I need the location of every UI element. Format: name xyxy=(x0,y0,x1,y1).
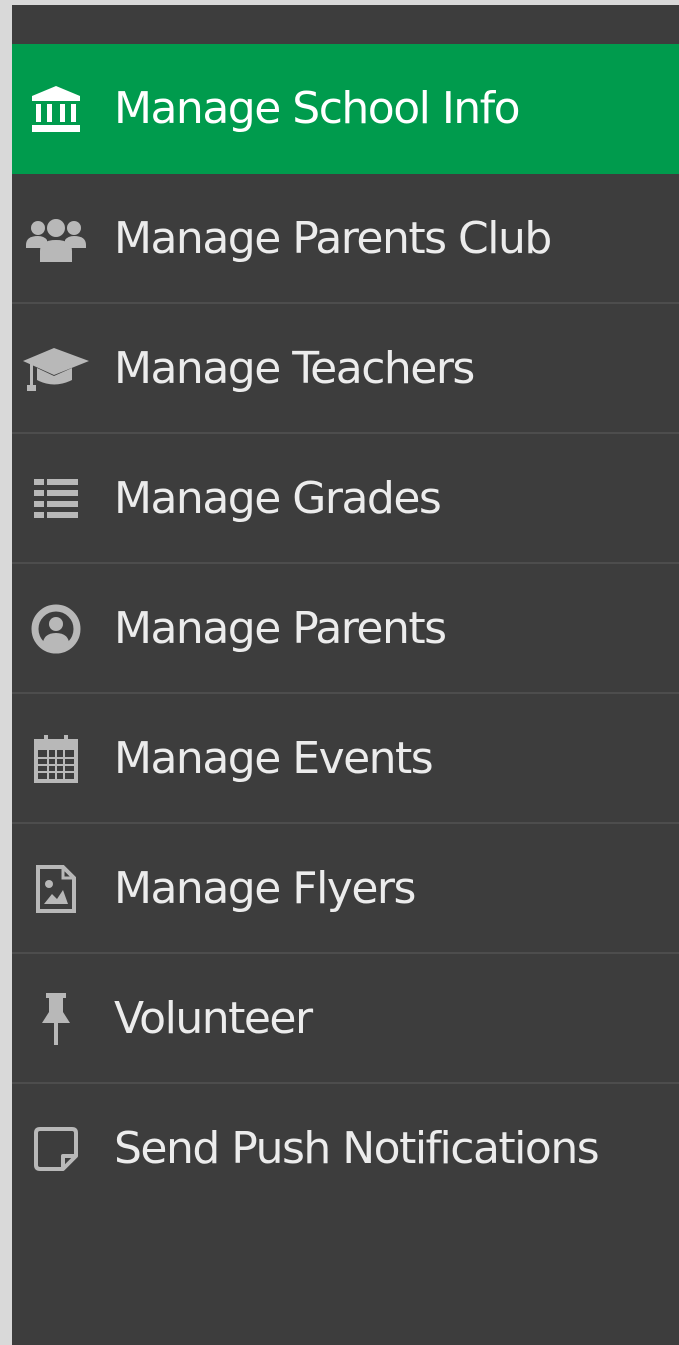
sidebar-item-label: Manage Parents xyxy=(114,603,447,654)
sidebar-item-manage-school-info[interactable]: Manage School Info xyxy=(12,44,679,174)
calendar-icon xyxy=(26,729,86,789)
sticky-note-icon xyxy=(26,1119,86,1179)
sidebar-item-label: Manage Teachers xyxy=(114,343,475,394)
user-circle-icon xyxy=(26,599,86,659)
sidebar-item-manage-flyers[interactable]: Manage Flyers xyxy=(12,824,679,954)
sidebar-menu: Manage School Info Manage Parents Club M… xyxy=(12,5,679,1345)
sidebar-item-label: Manage Events xyxy=(114,733,434,784)
sidebar-item-label: Manage School Info xyxy=(114,83,521,134)
list-icon xyxy=(26,469,86,529)
sidebar-item-manage-parents[interactable]: Manage Parents xyxy=(12,564,679,694)
bank-icon xyxy=(26,79,86,139)
sidebar-item-label: Manage Flyers xyxy=(114,863,416,914)
app-frame: Manage School Info Manage Parents Club M… xyxy=(0,0,679,1345)
sidebar-item-manage-parents-club[interactable]: Manage Parents Club xyxy=(12,174,679,304)
sidebar-item-manage-events[interactable]: Manage Events xyxy=(12,694,679,824)
users-icon xyxy=(26,209,86,269)
thumbtack-icon xyxy=(26,989,86,1049)
sidebar-item-label: Volunteer xyxy=(114,993,313,1044)
sidebar-item-send-push-notifications[interactable]: Send Push Notifications xyxy=(12,1084,679,1214)
sidebar-item-label: Manage Parents Club xyxy=(114,213,552,264)
sidebar-item-manage-teachers[interactable]: Manage Teachers xyxy=(12,304,679,434)
graduation-cap-icon xyxy=(23,339,89,399)
sidebar-item-label: Send Push Notifications xyxy=(114,1123,600,1174)
sidebar-item-label: Manage Grades xyxy=(114,473,442,524)
sidebar-item-volunteer[interactable]: Volunteer xyxy=(12,954,679,1084)
sidebar-item-manage-grades[interactable]: Manage Grades xyxy=(12,434,679,564)
image-file-icon xyxy=(26,859,86,919)
